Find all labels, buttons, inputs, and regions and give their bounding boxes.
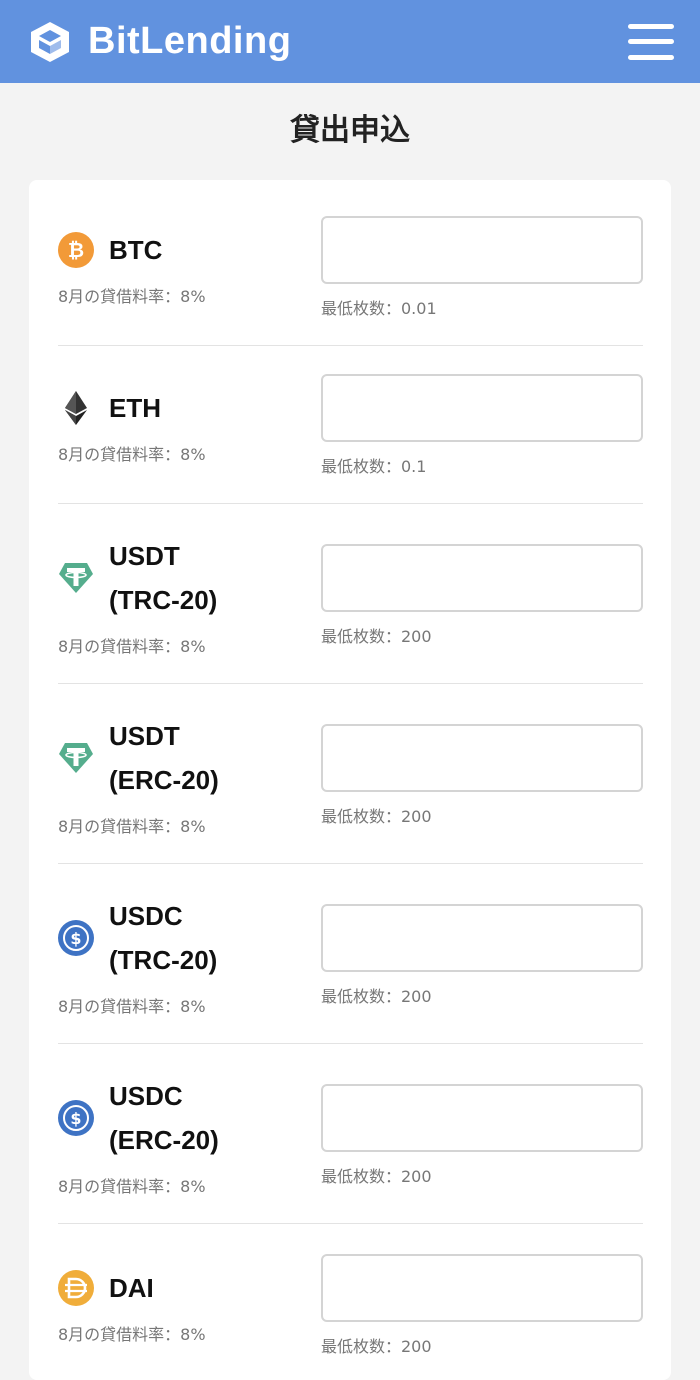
usdc-erc20-amount-input[interactable]: [321, 1084, 643, 1152]
tether-icon: [59, 563, 93, 593]
minimum-amount: 最低枚数：200: [321, 987, 432, 1006]
minimum-amount: 最低枚数：200: [321, 807, 432, 826]
lending-rate: 8月の貸借料率：8%: [58, 1177, 206, 1196]
coin-label: $ USDC (ERC-20): [58, 1074, 219, 1162]
bitlending-cube-logo-icon: [31, 21, 69, 62]
coin-row-eth: ETH 8月の貸借料率：8% 最低枚数：0.1: [58, 346, 643, 504]
minimum-amount: 最低枚数：200: [321, 1167, 432, 1186]
coin-row-usdt-trc20: USDT (TRC-20) 8月の貸借料率：8% 最低枚数：200: [58, 504, 643, 684]
coin-row-dai: DAI 8月の貸借料率：8% 最低枚数：200: [58, 1224, 643, 1380]
coin-label: USDT (TRC-20): [58, 534, 217, 622]
minimum-amount: 最低枚数：200: [321, 627, 432, 646]
lending-form-card: ₿ BTC 8月の貸借料率：8% 最低枚数：0.01 ETH 8月の貸借料率：8…: [29, 180, 671, 1380]
lending-rate: 8月の貸借料率：8%: [58, 1325, 206, 1344]
dai-icon: [58, 1270, 94, 1306]
dai-amount-input[interactable]: [321, 1254, 643, 1322]
usdt-trc20-amount-input[interactable]: [321, 544, 643, 612]
brand-name: BitLending: [88, 20, 292, 62]
lending-rate: 8月の貸借料率：8%: [58, 287, 206, 306]
btc-amount-input[interactable]: [321, 216, 643, 284]
coin-row-usdc-trc20: $ USDC (TRC-20) 8月の貸借料率：8% 最低枚数：200: [58, 864, 643, 1044]
minimum-amount: 最低枚数：0.01: [321, 299, 437, 318]
eth-amount-input[interactable]: [321, 374, 643, 442]
svg-text:₿: ₿: [68, 238, 84, 262]
app-header: BitLending: [0, 0, 700, 83]
coin-name: USDC (ERC-20): [109, 1081, 219, 1155]
usdc-trc20-amount-input[interactable]: [321, 904, 643, 972]
coin-name: ETH: [109, 393, 161, 423]
hamburger-menu-icon[interactable]: [628, 23, 674, 60]
coin-name: USDT (ERC-20): [109, 721, 219, 795]
coin-row-btc: ₿ BTC 8月の貸借料率：8% 最低枚数：0.01: [58, 180, 643, 346]
minimum-amount: 最低枚数：0.1: [321, 457, 427, 476]
usdc-icon: $: [58, 1100, 94, 1136]
lending-rate: 8月の貸借料率：8%: [58, 817, 206, 836]
coin-label: ₿ BTC: [58, 228, 162, 272]
brand-logo[interactable]: BitLending: [28, 20, 291, 64]
coin-label: ETH: [58, 386, 161, 430]
minimum-amount: 最低枚数：200: [321, 1337, 432, 1356]
coin-name: BTC: [109, 235, 163, 265]
usdt-erc20-amount-input[interactable]: [321, 724, 643, 792]
ethereum-icon: [65, 391, 87, 425]
lending-rate: 8月の貸借料率：8%: [58, 637, 206, 656]
coin-label: $ USDC (TRC-20): [58, 894, 217, 982]
coin-label: USDT (ERC-20): [58, 714, 219, 802]
coin-row-usdt-erc20: USDT (ERC-20) 8月の貸借料率：8% 最低枚数：200: [58, 684, 643, 864]
lending-rate: 8月の貸借料率：8%: [58, 997, 206, 1016]
lending-rate: 8月の貸借料率：8%: [58, 445, 206, 464]
usdc-icon: $: [58, 920, 94, 956]
coin-name: DAI: [109, 1273, 154, 1303]
coin-label: DAI: [58, 1266, 154, 1310]
tether-icon: [59, 743, 93, 773]
coin-row-usdc-erc20: $ USDC (ERC-20) 8月の貸借料率：8% 最低枚数：200: [58, 1044, 643, 1224]
svg-text:$: $: [70, 1109, 81, 1128]
svg-text:$: $: [70, 929, 81, 948]
bitcoin-icon: ₿: [58, 232, 94, 268]
coin-name: USDC (TRC-20): [109, 901, 218, 975]
coin-name: USDT (TRC-20): [109, 541, 218, 615]
